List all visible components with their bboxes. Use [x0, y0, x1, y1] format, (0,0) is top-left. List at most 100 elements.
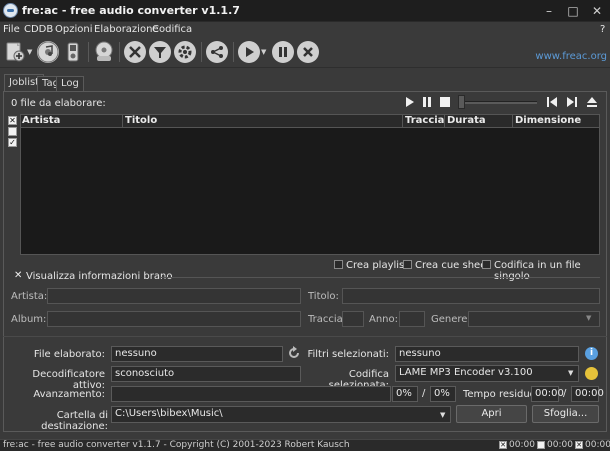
joblist-table[interactable] [20, 114, 600, 255]
add-audio-cd-icon[interactable] [37, 41, 59, 63]
section-divider [160, 277, 600, 278]
app-logo-icon [3, 3, 18, 18]
pause-playback-icon[interactable] [421, 96, 433, 108]
genre-select[interactable] [468, 311, 600, 327]
statusbar-checkbox-2[interactable] [537, 441, 545, 449]
title-field[interactable] [342, 288, 600, 304]
add-files-dropdown-icon[interactable]: ▼ [27, 48, 32, 56]
refresh-icon[interactable] [287, 346, 301, 360]
destination-field[interactable]: C:\Users\bibex\Music\ [111, 406, 451, 423]
encoder-dropdown-icon[interactable]: ▼ [568, 369, 573, 377]
decoder-label: Decodificatore attivo: [32, 369, 105, 391]
files-count-label: 0 file da elaborare: [11, 98, 106, 109]
column-artista[interactable]: Artista [20, 115, 122, 127]
add-files-icon[interactable] [4, 41, 26, 63]
column-traccia[interactable]: Traccia [402, 115, 444, 127]
close-button[interactable]: ✕ [589, 3, 605, 19]
column-durata[interactable]: Durata [444, 115, 512, 127]
file-value-field: nessuno [111, 346, 283, 362]
album-field[interactable] [47, 311, 301, 327]
info-toggle-checkbox[interactable]: ✕ [14, 270, 25, 281]
statusbar-time-1: 00:00 [509, 440, 535, 450]
menu-help[interactable]: ? [600, 24, 605, 35]
track-label: Traccia: [308, 314, 347, 325]
statusbar-checkbox-1[interactable]: ✕ [499, 441, 507, 449]
menu-elaborazione[interactable]: Elaborazione [94, 24, 159, 35]
freac-website-link[interactable]: www.freac.org [535, 51, 607, 62]
seek-slider-handle[interactable] [458, 95, 465, 109]
open-button[interactable]: Apri [456, 405, 527, 423]
remaining-total-time: 00:00 [571, 386, 604, 402]
crea-cue-sheet-checkbox[interactable] [403, 260, 412, 269]
statusbar-time-2: 00:00 [547, 440, 573, 450]
menu-opzioni[interactable]: Opzioni [55, 24, 92, 35]
artist-field[interactable] [47, 288, 301, 304]
year-field[interactable] [399, 311, 425, 327]
progress-label: Avanzamento: [33, 389, 105, 400]
remaining-file-time: 00:00 [531, 386, 564, 402]
play-icon[interactable] [404, 96, 416, 108]
next-track-icon[interactable] [566, 96, 578, 108]
add-device-icon[interactable] [63, 41, 83, 63]
eject-icon[interactable] [586, 96, 598, 108]
destination-label: Cartella di destinazione: [41, 410, 108, 432]
destination-dropdown-icon[interactable]: ▼ [440, 411, 445, 419]
column-dimensione[interactable]: Dimensione [512, 115, 600, 127]
column-titolo[interactable]: Titolo [122, 115, 402, 127]
menu-cddb[interactable]: CDDB [24, 24, 53, 35]
pause-icon[interactable] [272, 41, 294, 63]
menu-file[interactable]: File [3, 24, 20, 35]
remaining-time-label: Tempo residuo: [463, 389, 540, 400]
statusbar-checkbox-3[interactable]: ✕ [575, 441, 583, 449]
decoder-value-field: sconosciuto [111, 366, 301, 382]
stop-icon[interactable] [297, 41, 319, 63]
progress-separator: / [422, 388, 426, 399]
crea-playlist-label: Crea playlist [346, 260, 409, 271]
status-bar-text: fre:ac - free audio converter v1.1.7 - C… [3, 440, 350, 450]
filters-label: Filtri selezionati: [307, 349, 389, 360]
encoder-select[interactable]: LAME MP3 Encoder v3.100 [395, 365, 579, 382]
filter-icon[interactable] [149, 41, 171, 63]
filters-value-field: nessuno [395, 346, 579, 362]
tools-icon[interactable] [124, 41, 146, 63]
toolbar-separator [88, 42, 89, 62]
browse-button[interactable]: Sfoglia... [532, 405, 599, 423]
toolbar-separator [233, 42, 234, 62]
crea-playlist-checkbox[interactable] [334, 260, 343, 269]
toolbar-separator [119, 42, 120, 62]
toolbar-separator [201, 42, 202, 62]
progress-total-percent: 0% [430, 386, 456, 402]
select-all-checkbox[interactable]: ✕ [8, 116, 17, 125]
maximize-button[interactable]: □ [565, 3, 581, 19]
genre-label: Genere: [431, 314, 471, 325]
progress-bar [111, 386, 391, 402]
start-dropdown-icon[interactable]: ▼ [261, 48, 266, 56]
single-file-checkbox[interactable] [482, 260, 491, 269]
select-none-checkbox[interactable] [8, 127, 17, 136]
toggle-selection-checkbox[interactable]: ✓ [8, 138, 17, 147]
progress-file-percent: 0% [392, 386, 418, 402]
share-icon[interactable] [206, 41, 228, 63]
track-number-field[interactable] [342, 311, 364, 327]
previous-track-icon[interactable] [546, 96, 558, 108]
encoder-config-icon[interactable] [585, 367, 598, 380]
window-title: fre:ac - free audio converter v1.1.7 [22, 4, 240, 17]
start-encoding-icon[interactable] [238, 41, 260, 63]
file-label: File elaborato: [33, 349, 105, 360]
seek-slider-track[interactable] [462, 101, 537, 104]
single-file-label: Codifica in un file singolo [494, 260, 581, 282]
year-label: Anno: [369, 314, 399, 325]
stop-playback-icon[interactable] [439, 96, 451, 108]
statusbar-time-3: 00:00 [585, 440, 610, 450]
crea-cue-sheet-label: Crea cue sheet [415, 260, 491, 271]
gear-icon[interactable] [174, 41, 196, 63]
title-label: Titolo: [308, 291, 339, 302]
minimize-button[interactable]: – [541, 3, 557, 19]
cddb-query-icon[interactable] [93, 41, 115, 63]
info-icon[interactable]: i [585, 347, 598, 360]
genre-dropdown-icon[interactable]: ▼ [586, 314, 591, 322]
menu-codifica[interactable]: Codifica [152, 24, 192, 35]
tab-log[interactable]: Log [56, 76, 84, 91]
section-divider [3, 336, 607, 337]
album-label: Album: [11, 314, 47, 325]
